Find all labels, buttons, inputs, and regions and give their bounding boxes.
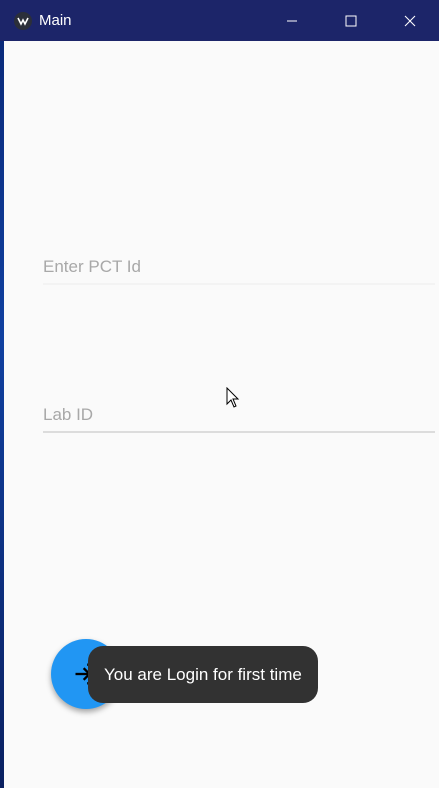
title-bar[interactable]: Main — [0, 0, 439, 41]
pct-id-field[interactable] — [43, 249, 435, 285]
mouse-pointer-icon — [226, 387, 240, 408]
window-controls — [262, 0, 439, 41]
window-title: Main — [39, 12, 72, 29]
lab-id-underline — [43, 431, 435, 433]
close-button[interactable] — [380, 0, 439, 41]
close-icon — [404, 15, 415, 26]
toast-notification: You are Login for first time — [88, 646, 318, 703]
maximize-button[interactable] — [321, 0, 380, 41]
pct-id-input[interactable] — [43, 249, 435, 285]
maximize-icon — [345, 15, 356, 26]
minimize-icon — [286, 20, 297, 21]
toast-message: You are Login for first time — [104, 664, 302, 684]
app-window: Main Enter PCT Id Lab ID You are Login f… — [0, 0, 439, 788]
app-logo-icon — [14, 11, 32, 30]
minimize-button[interactable] — [262, 0, 321, 41]
pct-id-underline — [43, 283, 435, 285]
